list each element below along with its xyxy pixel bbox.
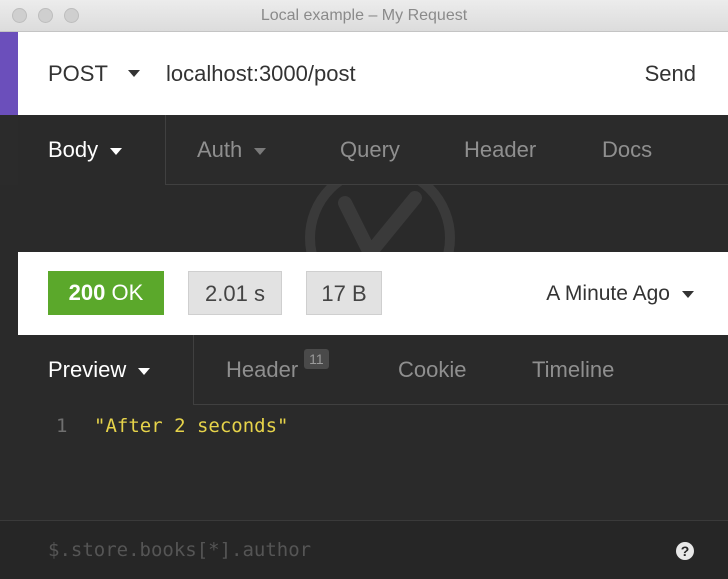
method-selector[interactable]: POST xyxy=(48,32,108,115)
response-body-text: "After 2 seconds" xyxy=(94,415,289,437)
help-circle-icon[interactable]: ? xyxy=(676,542,694,560)
response-time-badge: 2.01 s xyxy=(188,271,282,315)
tab-body-label: Body xyxy=(48,137,99,162)
title-bar: Local example – My Request xyxy=(0,0,728,32)
tab-header[interactable]: Header xyxy=(464,115,536,185)
app-window: Local example – My Request POST localhos… xyxy=(0,0,728,579)
response-size-badge: 17 B xyxy=(306,271,382,315)
tab-query[interactable]: Query xyxy=(340,115,400,185)
status-badge: 200 OK xyxy=(48,271,164,315)
tab-response-header-label: Header xyxy=(226,357,299,382)
request-body-area xyxy=(0,185,728,252)
tab-docs[interactable]: Docs xyxy=(602,115,652,185)
header-count-badge: 11 xyxy=(304,349,329,369)
chevron-down-icon[interactable] xyxy=(128,70,140,77)
response-filter-input[interactable] xyxy=(48,535,648,565)
chevron-down-icon xyxy=(254,147,267,155)
tab-auth[interactable]: Auth xyxy=(197,115,267,185)
tab-timeline[interactable]: Timeline xyxy=(532,335,614,405)
tab-cookie[interactable]: Cookie xyxy=(398,335,466,405)
response-history-label: A Minute Ago xyxy=(546,282,670,305)
window-title: Local example – My Request xyxy=(260,7,468,24)
tab-preview[interactable]: Preview xyxy=(48,335,151,405)
request-accent-bar xyxy=(0,32,18,115)
tab-response-header[interactable]: Header 11 xyxy=(226,335,329,405)
line-number: 1 xyxy=(56,415,68,437)
tab-preview-label: Preview xyxy=(48,357,127,382)
tab-body[interactable]: Body xyxy=(48,115,123,185)
url-input[interactable]: localhost:3000/post xyxy=(166,32,356,115)
logo-watermark-icon xyxy=(305,185,455,252)
chevron-down-icon xyxy=(110,147,123,155)
response-preview[interactable]: 1 "After 2 seconds" xyxy=(0,405,728,520)
send-button[interactable]: Send xyxy=(645,32,696,115)
response-history-dropdown[interactable]: A Minute Ago xyxy=(546,252,694,335)
tab-auth-label: Auth xyxy=(197,137,243,162)
response-bar: 200 OK 2.01 s 17 B A Minute Ago xyxy=(18,252,728,335)
filter-footer: ? xyxy=(0,520,728,579)
status-code: 200 xyxy=(68,280,106,305)
chevron-down-icon xyxy=(682,290,694,298)
url-bar: POST localhost:3000/post Send xyxy=(18,32,728,115)
chevron-down-icon xyxy=(138,367,151,375)
status-text: OK xyxy=(111,280,144,305)
